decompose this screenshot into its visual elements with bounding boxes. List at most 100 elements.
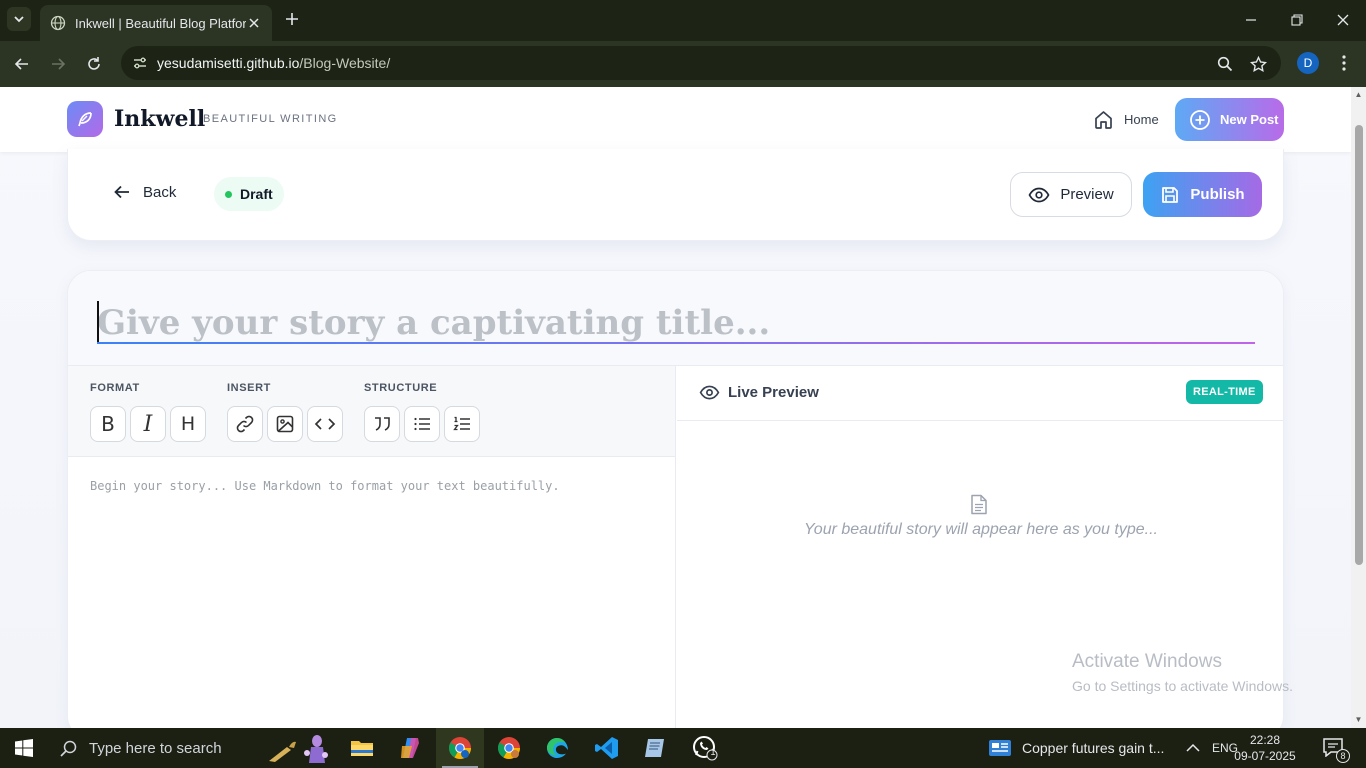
publish-button[interactable]: Publish (1143, 172, 1262, 217)
watermark-title: Activate Windows (1072, 651, 1222, 672)
heading-button[interactable]: H (170, 406, 206, 442)
publish-label: Publish (1190, 186, 1245, 203)
link-icon (236, 415, 254, 433)
globe-icon (50, 15, 66, 31)
restore-button[interactable] (1274, 0, 1320, 40)
realtime-badge: REAL-TIME (1186, 380, 1263, 404)
zoom-button[interactable] (1213, 52, 1237, 76)
notification-count: 8 (1336, 749, 1350, 763)
story-title-input[interactable] (97, 301, 1255, 344)
live-preview-label: Live Preview (728, 384, 819, 401)
feather-icon[interactable] (67, 101, 103, 137)
web-page: Inkwell BEAUTIFUL WRITING Home New Post … (0, 87, 1351, 728)
brand-tagline: BEAUTIFUL WRITING (203, 113, 338, 125)
new-tab-button[interactable] (282, 9, 302, 29)
tab-search-button[interactable] (7, 7, 31, 31)
back-button[interactable]: Back (113, 183, 176, 201)
taskbar-edge[interactable] (534, 728, 582, 768)
blockquote-button[interactable] (364, 406, 400, 442)
arrow-right-icon (52, 58, 66, 70)
title-section (68, 271, 1283, 366)
formatting-toolbar: FORMAT B I H INSERT STRUCTURE (68, 366, 676, 457)
close-tab-icon[interactable] (246, 15, 262, 31)
title-underline (97, 342, 1255, 344)
taskbar-news-widget[interactable]: Copper futures gain t... (988, 728, 1168, 768)
minimize-icon (1246, 19, 1256, 21)
code-icon (314, 418, 336, 430)
site-header: Inkwell BEAUTIFUL WRITING Home New Post (0, 87, 1351, 152)
taskbar-vscode[interactable] (583, 728, 631, 768)
address-bar[interactable]: yesudamisetti.github.io/Blog-Website/ (121, 46, 1281, 80)
profile-avatar[interactable]: D (1297, 52, 1319, 74)
page-scrollbar[interactable]: ▲ ▼ (1351, 87, 1366, 728)
taskbar-clock[interactable]: 22:28 09-07-2025 (1232, 732, 1298, 764)
clock-time: 22:28 (1249, 733, 1281, 747)
status-badge: Draft (214, 177, 284, 211)
italic-button[interactable]: I (130, 406, 166, 442)
search-zoom-icon (1217, 56, 1233, 72)
notification-center-button[interactable]: 8 (1322, 737, 1350, 763)
new-post-label: New Post (1220, 112, 1279, 127)
arrow-left-icon (114, 185, 129, 199)
taskbar-search[interactable]: Type here to search (48, 728, 244, 768)
taskbar-app-notepad[interactable] (632, 728, 680, 768)
windows-taskbar: Type here to search 1 Copper futures gai… (0, 728, 1366, 768)
new-post-button[interactable]: New Post (1175, 98, 1284, 141)
bullet-list-button[interactable] (404, 406, 440, 442)
ordered-list-icon (453, 416, 470, 431)
folder-icon (351, 741, 373, 756)
taskbar-file-explorer[interactable] (338, 728, 386, 768)
news-headline: Copper futures gain t... (1022, 740, 1165, 756)
preview-label: Preview (1060, 186, 1114, 203)
insert-code-button[interactable] (307, 406, 343, 442)
forward-nav-button[interactable] (46, 52, 70, 76)
scrollbar-thumb[interactable] (1355, 125, 1363, 565)
tray-overflow-button[interactable] (1186, 728, 1200, 768)
bookmark-button[interactable] (1246, 52, 1270, 76)
brand-name[interactable]: Inkwell (114, 106, 205, 132)
insert-image-button[interactable] (267, 406, 303, 442)
taskbar-whatsapp[interactable]: 1 (681, 728, 729, 768)
copilot-icon (401, 738, 419, 758)
browser-menu-button[interactable] (1334, 51, 1354, 75)
bold-button[interactable]: B (90, 406, 126, 442)
plus-circle-icon (1190, 109, 1210, 130)
eye-icon (699, 385, 720, 400)
live-preview-header: Live Preview REAL-TIME (677, 366, 1283, 421)
taskbar-copilot[interactable] (387, 728, 435, 768)
browser-tab-active[interactable]: Inkwell | Beautiful Blog Platform (40, 5, 272, 41)
site-settings-icon[interactable] (131, 54, 149, 72)
home-link-label: Home (1124, 112, 1159, 127)
taskbar-chrome-profile[interactable] (485, 728, 533, 768)
browser-tab-strip: Inkwell | Beautiful Blog Platform (0, 0, 1366, 41)
start-button[interactable] (0, 728, 48, 768)
minimize-button[interactable] (1228, 0, 1274, 40)
scroll-up-icon[interactable]: ▲ (1354, 90, 1363, 99)
arrow-left-icon (14, 58, 28, 70)
quote-icon (375, 417, 390, 431)
tab-title: Inkwell | Beautiful Blog Platform (75, 15, 246, 31)
edge-icon (547, 738, 568, 758)
toolbar-group-format: FORMAT B I H (90, 382, 206, 442)
taskbar-widget-illustration[interactable] (256, 728, 336, 768)
home-icon (1095, 111, 1112, 129)
search-icon (60, 740, 77, 757)
toolbar-group-label: FORMAT (90, 382, 140, 394)
scroll-down-icon[interactable]: ▼ (1354, 715, 1363, 724)
browser-toolbar: yesudamisetti.github.io/Blog-Website/ (0, 41, 1366, 87)
text-caret (97, 301, 99, 342)
reload-button[interactable] (82, 52, 106, 76)
url-path: /Blog-Website/ (299, 55, 391, 71)
preview-button[interactable]: Preview (1010, 172, 1132, 217)
insert-link-button[interactable] (227, 406, 263, 442)
close-window-button[interactable] (1320, 0, 1366, 40)
taskbar-chrome-active[interactable] (436, 728, 484, 768)
vscode-icon (595, 737, 618, 759)
numbered-list-button[interactable] (444, 406, 480, 442)
back-nav-button[interactable] (10, 52, 34, 76)
news-icon (989, 740, 1011, 756)
home-link[interactable]: Home (1093, 109, 1159, 130)
chevron-up-icon (1186, 743, 1200, 752)
story-content-input[interactable] (90, 479, 660, 728)
notepad-icon (645, 739, 664, 757)
